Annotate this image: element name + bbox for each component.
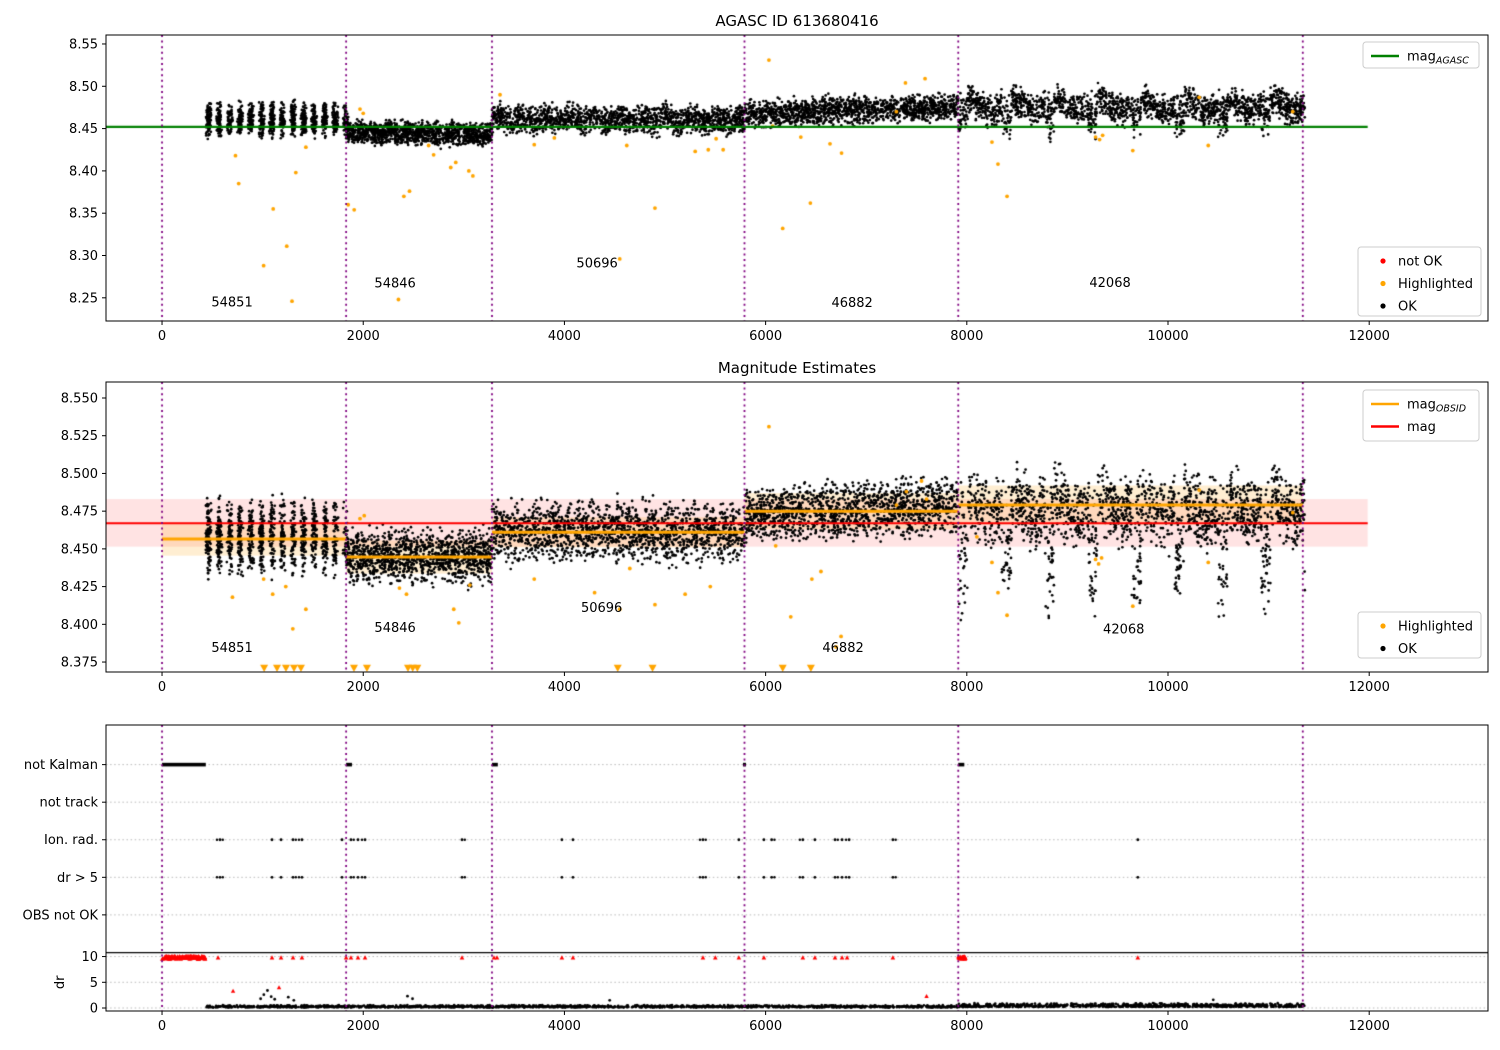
x-tick-label: 6000 xyxy=(749,1019,782,1034)
legend-dot-sample xyxy=(1380,258,1386,264)
obsid-label: 54851 xyxy=(211,641,252,656)
x-tick-label: 4000 xyxy=(548,1019,581,1034)
x-tick-label: 10000 xyxy=(1147,1019,1188,1034)
obsid-label: 42068 xyxy=(1103,622,1144,637)
x-tick-label: 12000 xyxy=(1349,329,1390,344)
legend-entry-label: Highlighted xyxy=(1398,277,1473,292)
y-tick-label: 8.40 xyxy=(69,164,98,179)
y-tick-label: 8.55 xyxy=(69,37,98,52)
obsid-label: 54846 xyxy=(374,621,415,636)
y-tick-label: 8.35 xyxy=(69,207,98,222)
x-tick-label: 2000 xyxy=(347,1019,380,1034)
axis-frame xyxy=(105,724,1489,1012)
top-plot-title: AGASC ID 613680416 xyxy=(715,12,878,30)
obsid-label: 54851 xyxy=(211,295,252,310)
x-tick-label: 12000 xyxy=(1349,680,1390,695)
x-tick-label: 10000 xyxy=(1147,329,1188,344)
dr-tick-label: 0 xyxy=(90,1002,98,1017)
x-tick-label: 0 xyxy=(158,329,166,344)
dr-tick-label: 5 xyxy=(90,976,98,991)
axis-frame xyxy=(105,381,1489,673)
y-tick-label: 8.45 xyxy=(69,122,98,137)
flag-row-label: Ion. rad. xyxy=(44,833,98,848)
axis-frame xyxy=(105,34,1489,322)
y-tick-label: 8.25 xyxy=(69,291,98,306)
y-tick-label: 8.550 xyxy=(61,391,98,406)
x-tick-label: 0 xyxy=(158,680,166,695)
legend-entry-label: Highlighted xyxy=(1398,620,1473,635)
obsid-label: 50696 xyxy=(581,601,622,616)
y-tick-label: 8.30 xyxy=(69,249,98,264)
dr-axis-label: dr xyxy=(53,975,68,989)
x-tick-label: 4000 xyxy=(548,329,581,344)
obsid-label: 42068 xyxy=(1089,276,1130,291)
x-tick-label: 12000 xyxy=(1349,1019,1390,1034)
legend-dot-sample xyxy=(1380,280,1386,287)
x-tick-label: 0 xyxy=(158,1019,166,1034)
x-tick-label: 8000 xyxy=(950,329,983,344)
obsid-label: 46882 xyxy=(822,641,863,656)
y-tick-label: 8.50 xyxy=(69,80,98,95)
x-tick-label: 2000 xyxy=(347,329,380,344)
y-tick-label: 8.400 xyxy=(61,618,98,633)
legend-dot-sample xyxy=(1380,645,1386,652)
y-tick-label: 8.450 xyxy=(61,542,98,557)
flag-row-label: OBS not OK xyxy=(23,908,99,923)
chart-overlay: AGASC ID 613680416 Magnitude Estimates 0… xyxy=(23,12,1489,1034)
obsid-label: 54846 xyxy=(374,277,415,292)
x-tick-label: 6000 xyxy=(749,680,782,695)
obsid-label: 46882 xyxy=(831,296,872,311)
x-tick-label: 6000 xyxy=(749,329,782,344)
legend-entry-label: OK xyxy=(1398,642,1417,657)
y-tick-label: 8.500 xyxy=(61,467,98,482)
y-tick-label: 8.425 xyxy=(61,580,98,595)
dr-tick-label: 10 xyxy=(81,950,98,965)
obsid-label: 50696 xyxy=(576,256,617,271)
middle-plot-title: Magnitude Estimates xyxy=(718,359,876,377)
x-tick-label: 10000 xyxy=(1147,680,1188,695)
x-tick-label: 8000 xyxy=(950,1019,983,1034)
flag-row-label: not track xyxy=(39,796,98,811)
legend-entry-label: OK xyxy=(1398,300,1417,315)
legend-entry-label: mag xyxy=(1407,420,1436,435)
legend-dot-sample xyxy=(1380,303,1386,309)
flag-row-label: not Kalman xyxy=(24,758,98,773)
y-tick-label: 8.525 xyxy=(61,429,98,444)
y-tick-label: 8.375 xyxy=(61,656,98,671)
x-tick-label: 2000 xyxy=(347,680,380,695)
y-tick-label: 8.475 xyxy=(61,505,98,520)
x-tick-label: 4000 xyxy=(548,680,581,695)
legend-dot-sample xyxy=(1380,623,1386,629)
flag-row-label: dr > 5 xyxy=(57,871,98,886)
x-tick-label: 8000 xyxy=(950,680,983,695)
figure: AGASC ID 613680416 Magnitude Estimates 0… xyxy=(0,0,1500,1050)
legend-entry-label: not OK xyxy=(1398,255,1443,270)
